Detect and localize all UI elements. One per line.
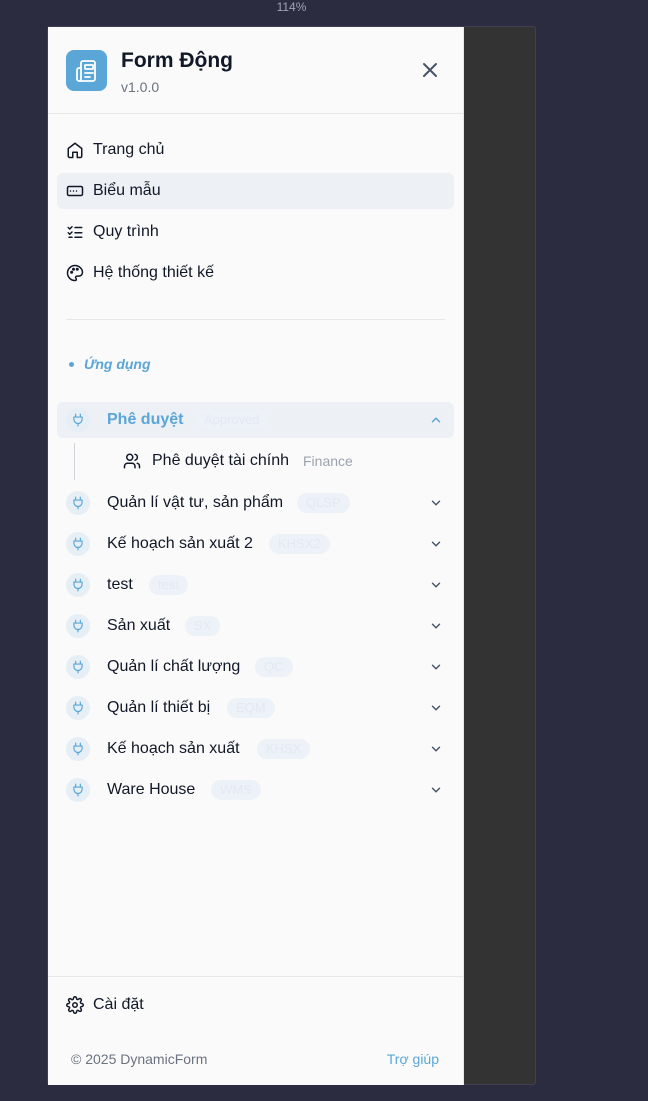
app-code-badge: EQM bbox=[227, 698, 275, 718]
app-item-khsx2[interactable]: Kế hoạch sản xuất 2 KHSX2 bbox=[57, 526, 454, 562]
app-code-badge: WMS bbox=[211, 780, 261, 800]
app-list: Phê duyệt Approved Phê duyệt tài chính F… bbox=[57, 402, 454, 813]
app-item-khsx[interactable]: Kế hoạch sản xuất KHSX bbox=[57, 731, 454, 767]
nav-item-home[interactable]: Trang chủ bbox=[57, 132, 454, 168]
zoom-level: 114% bbox=[276, 0, 307, 14]
chevron-down-icon[interactable] bbox=[428, 741, 444, 757]
app-item-test[interactable]: test test bbox=[57, 567, 454, 603]
help-link[interactable]: Trợ giúp bbox=[387, 1051, 439, 1067]
app-name: Quản lí chất lượng bbox=[107, 658, 241, 675]
app-name: Quản lí thiết bị bbox=[107, 699, 211, 716]
plug-icon bbox=[66, 696, 90, 720]
plug-icon bbox=[66, 408, 90, 432]
plug-icon bbox=[66, 614, 90, 638]
app-name: Quản lí vật tư, sản phẩm bbox=[107, 494, 284, 511]
chevron-down-icon[interactable] bbox=[428, 495, 444, 511]
section-title: Ứng dụng bbox=[69, 356, 151, 372]
app-name: Kế hoạch sản xuất 2 bbox=[107, 535, 253, 552]
app-name: Ware House bbox=[107, 781, 196, 798]
plug-icon bbox=[66, 737, 90, 761]
app-item-wms[interactable]: Ware House WMS bbox=[57, 772, 454, 808]
nav-item-label: Biểu mẫu bbox=[93, 182, 161, 199]
form-field-icon bbox=[66, 182, 84, 200]
chevron-up-icon[interactable] bbox=[428, 412, 444, 428]
nav-item-label: Hệ thống thiết kế bbox=[93, 264, 214, 281]
nav-item-workflow[interactable]: Quy trình bbox=[57, 214, 454, 250]
app-title: Form Động bbox=[121, 49, 233, 72]
gear-icon bbox=[66, 996, 84, 1014]
users-icon bbox=[123, 452, 141, 470]
app-item-qc[interactable]: Quản lí chất lượng QC bbox=[57, 649, 454, 685]
plug-icon bbox=[66, 573, 90, 597]
divider bbox=[66, 319, 445, 320]
navigation-drawer: Form Động v1.0.0 Trang chủ Biểu mẫu Quy … bbox=[48, 27, 464, 1085]
plug-icon bbox=[66, 491, 90, 515]
settings-label: Cài đặt bbox=[93, 996, 144, 1013]
close-icon[interactable] bbox=[420, 60, 440, 80]
app-name: test bbox=[107, 576, 133, 593]
copyright-text: © 2025 DynamicForm bbox=[71, 1051, 208, 1067]
home-icon bbox=[66, 141, 84, 159]
app-code-badge: QC bbox=[255, 657, 293, 677]
newspaper-icon bbox=[66, 50, 107, 91]
app-code-badge: SX bbox=[185, 616, 221, 636]
app-name: Sản xuất bbox=[107, 617, 171, 634]
app-item-eqm[interactable]: Quản lí thiết bị EQM bbox=[57, 690, 454, 726]
bullet-dot bbox=[69, 361, 74, 367]
chevron-down-icon[interactable] bbox=[428, 577, 444, 593]
section-title-label: Ứng dụng bbox=[84, 356, 151, 372]
app-item-sx[interactable]: Sản xuất SX bbox=[57, 608, 454, 644]
app-code-badge: test bbox=[149, 575, 188, 595]
chevron-down-icon[interactable] bbox=[428, 700, 444, 716]
chevron-down-icon[interactable] bbox=[428, 618, 444, 634]
palette-icon bbox=[66, 264, 84, 282]
nav-item-label: Quy trình bbox=[93, 223, 159, 240]
app-code-badge: KHSX2 bbox=[269, 534, 330, 554]
app-code-badge: KHSX bbox=[257, 739, 311, 759]
tree-guide-line bbox=[74, 443, 75, 480]
chevron-down-icon[interactable] bbox=[428, 659, 444, 675]
app-name: Phê duyệt bbox=[107, 411, 184, 428]
chevron-down-icon[interactable] bbox=[428, 536, 444, 552]
app-child-tag: Finance bbox=[303, 453, 353, 469]
divider bbox=[48, 976, 464, 977]
drawer-header: Form Động v1.0.0 bbox=[48, 27, 464, 114]
nav-item-forms[interactable]: Biểu mẫu bbox=[57, 173, 454, 209]
app-child-name: Phê duyệt tài chính bbox=[152, 452, 289, 469]
main-nav: Trang chủ Biểu mẫu Quy trình Hệ thống th… bbox=[57, 132, 454, 296]
plug-icon bbox=[66, 532, 90, 556]
app-item-approved[interactable]: Phê duyệt Approved bbox=[57, 402, 454, 438]
app-version: v1.0.0 bbox=[121, 79, 160, 95]
app-name: Kế hoạch sản xuất bbox=[107, 740, 240, 757]
nav-item-label: Trang chủ bbox=[93, 141, 165, 158]
checklist-icon bbox=[66, 223, 84, 241]
app-code-badge: Approved bbox=[195, 410, 269, 430]
app-item-qlsp[interactable]: Quản lí vật tư, sản phẩm QLSP bbox=[57, 485, 454, 521]
plug-icon bbox=[66, 655, 90, 679]
app-child-item[interactable]: Phê duyệt tài chính Finance bbox=[57, 443, 454, 480]
app-code-badge: QLSP bbox=[297, 493, 350, 513]
chevron-down-icon[interactable] bbox=[428, 782, 444, 798]
settings-button[interactable]: Cài đặt bbox=[57, 987, 454, 1023]
plug-icon bbox=[66, 778, 90, 802]
nav-item-design-system[interactable]: Hệ thống thiết kế bbox=[57, 255, 454, 291]
